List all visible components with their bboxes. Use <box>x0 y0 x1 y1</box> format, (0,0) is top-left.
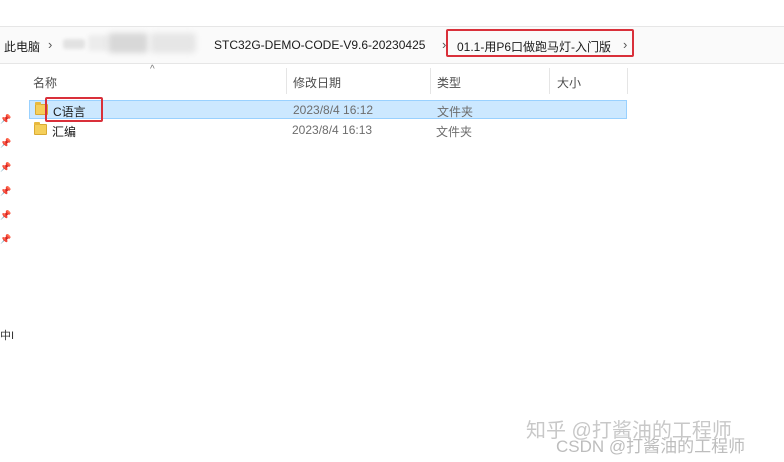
folder-icon <box>34 122 47 135</box>
window-top-strip <box>0 0 784 22</box>
column-header-name[interactable]: 名称 <box>33 74 57 91</box>
column-divider[interactable] <box>627 68 628 94</box>
pin-icon[interactable]: 📌 <box>0 210 11 221</box>
file-type: 文件夹 <box>436 125 473 139</box>
pin-icon[interactable]: 📌 <box>0 138 11 149</box>
sidebar-item-label[interactable]: 中I <box>0 327 14 343</box>
address-bar[interactable]: 此电脑 › STC32G-DEMO-CODE-V9.6-20230425 › 0… <box>0 26 784 64</box>
file-date: 2023/8/4 16:12 <box>293 103 374 117</box>
pin-icon[interactable]: 📌 <box>0 114 11 125</box>
redacted-segment <box>150 33 196 53</box>
column-divider[interactable] <box>430 68 431 94</box>
file-date: 2023/8/4 16:13 <box>292 123 373 137</box>
column-header-date[interactable]: 修改日期 <box>293 74 341 91</box>
breadcrumb-current[interactable]: 01.1-用P6口做跑马灯-入门版 <box>457 38 611 55</box>
file-row[interactable]: 汇编 2023/8/4 16:13 文件夹 <box>29 121 627 140</box>
chevron-right-icon[interactable]: › <box>623 37 627 52</box>
redacted-segment <box>63 39 85 49</box>
column-header-row: ^ 名称 修改日期 类型 大小 <box>0 64 784 94</box>
column-header-size[interactable]: 大小 <box>557 74 581 91</box>
pin-icon[interactable]: 📌 <box>0 162 11 173</box>
column-header-type[interactable]: 类型 <box>437 74 461 91</box>
sort-ascending-icon: ^ <box>150 64 155 75</box>
column-divider[interactable] <box>286 68 287 94</box>
file-row[interactable]: C语言 2023/8/4 16:12 文件夹 <box>29 100 627 119</box>
watermark-csdn: CSDN @打酱油的工程师 <box>556 437 746 456</box>
redacted-segment <box>88 35 108 51</box>
chevron-right-icon[interactable]: › <box>48 37 52 52</box>
highlight-box <box>45 97 103 122</box>
file-name[interactable]: 汇编 <box>52 123 76 140</box>
pin-icon[interactable]: 📌 <box>0 234 11 245</box>
breadcrumb-root[interactable]: 此电脑 <box>4 38 40 55</box>
pin-icon[interactable]: 📌 <box>0 186 11 197</box>
column-divider[interactable] <box>549 68 550 94</box>
redacted-segment <box>108 33 148 53</box>
breadcrumb-folder[interactable]: STC32G-DEMO-CODE-V9.6-20230425 <box>214 38 425 52</box>
file-type: 文件夹 <box>437 105 474 119</box>
